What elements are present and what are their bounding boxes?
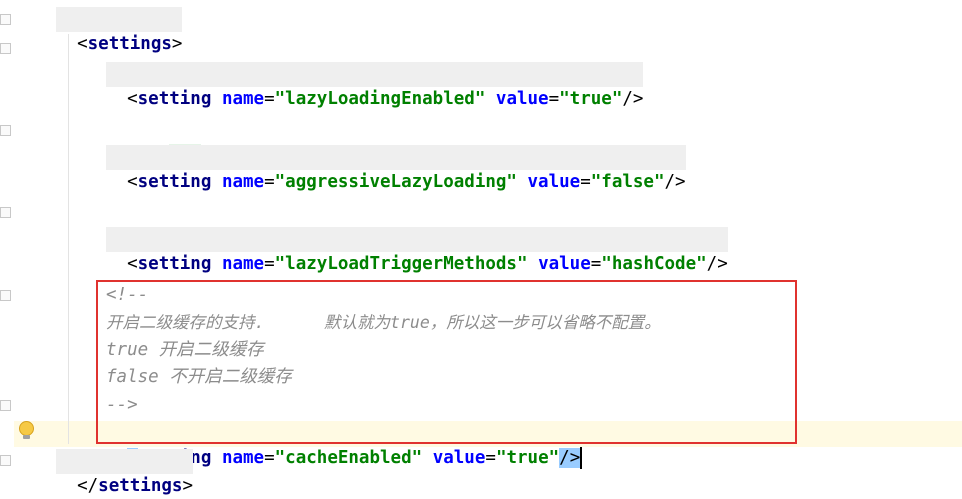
code-line-settings-open[interactable]: <settings> <box>56 7 183 54</box>
folded-comment[interactable]: <!--...--> <box>106 35 232 82</box>
code-line-setting[interactable]: <setting name="aggressiveLazyLoading" va… <box>106 145 686 192</box>
xml-tag: settings <box>98 476 183 496</box>
intention-bulb-icon[interactable] <box>19 421 34 439</box>
fold-icon[interactable] <box>0 43 11 54</box>
fold-icon[interactable] <box>0 207 11 218</box>
annotation-highlight-box <box>96 280 797 444</box>
fold-icon[interactable] <box>0 125 11 136</box>
folded-comment[interactable]: <!--...--> <box>106 117 232 164</box>
indent-guide <box>68 34 69 444</box>
folded-comment[interactable]: <!--...--> <box>106 200 232 247</box>
editor-gutter <box>0 0 14 485</box>
fold-icon[interactable] <box>0 290 11 301</box>
code-line-setting[interactable]: <setting name="lazyLoadingEnabled" value… <box>106 62 644 109</box>
fold-icon[interactable] <box>0 14 11 25</box>
fold-icon[interactable] <box>0 400 11 411</box>
text-caret <box>580 447 583 469</box>
fold-icon[interactable] <box>0 455 11 466</box>
code-line-setting[interactable]: <setting name="lazyLoadTriggerMethods" v… <box>106 227 728 274</box>
code-line-settings-close[interactable]: </settings> <box>56 449 193 496</box>
